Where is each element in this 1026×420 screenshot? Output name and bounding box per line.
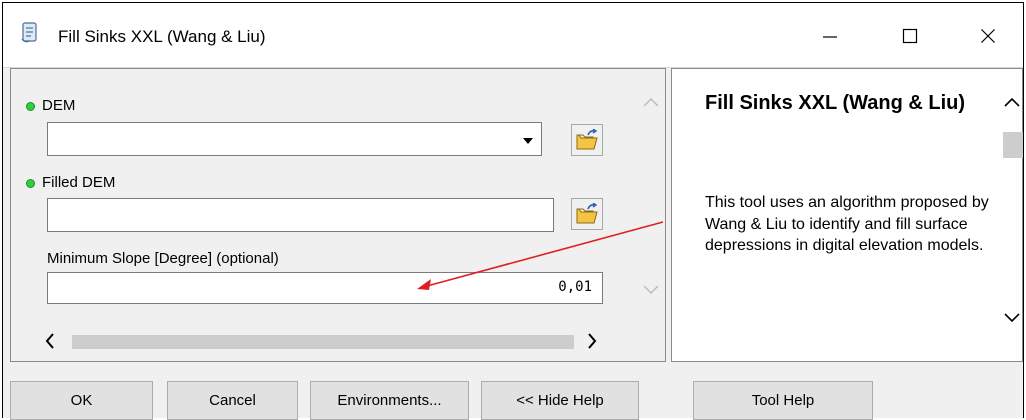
close-button[interactable] <box>958 14 1018 58</box>
minimize-icon <box>823 36 837 38</box>
open-folder-icon <box>576 129 598 150</box>
environments-button[interactable]: Environments... <box>310 381 469 420</box>
help-scroll-thumb[interactable] <box>1003 132 1023 158</box>
help-description: This tool uses an algorithm proposed by … <box>705 194 989 254</box>
horizontal-scroll-thumb[interactable] <box>72 335 574 349</box>
help-scroll-up-button[interactable] <box>1002 92 1022 112</box>
required-bullet-icon <box>26 179 35 188</box>
dem-dropdown-button[interactable] <box>518 131 538 151</box>
scroll-right-button[interactable] <box>582 331 602 351</box>
hide-help-button[interactable]: << Hide Help <box>481 381 639 420</box>
filled-dem-label: Filled DEM <box>42 174 116 191</box>
maximize-icon <box>902 28 918 44</box>
close-icon <box>981 29 995 43</box>
script-tool-icon <box>20 22 40 44</box>
scroll-up-button[interactable] <box>641 92 661 112</box>
dem-browse-button[interactable] <box>571 124 603 156</box>
dem-label: DEM <box>42 97 76 114</box>
dropdown-arrow-icon <box>523 138 533 144</box>
dem-combobox[interactable] <box>47 122 542 156</box>
min-slope-label: Minimum Slope [Degree] (optional) <box>47 250 279 267</box>
required-bullet-icon <box>26 102 35 111</box>
annotation-arrow <box>417 221 664 290</box>
help-scroll-down-button[interactable] <box>1002 308 1022 328</box>
chevron-up-icon <box>1004 97 1020 107</box>
help-title: Fill Sinks XXL (Wang & Liu) <box>705 92 966 114</box>
chevron-right-icon <box>588 333 597 349</box>
window-title: Fill Sinks XXL (Wang & Liu) <box>58 27 266 46</box>
chevron-up-icon <box>643 97 659 107</box>
chevron-down-icon <box>1004 313 1020 323</box>
tool-help-button[interactable]: Tool Help <box>693 381 873 420</box>
cancel-button[interactable]: Cancel <box>167 381 298 420</box>
scroll-left-button[interactable] <box>40 331 60 351</box>
chevron-left-icon <box>45 333 54 349</box>
maximize-button[interactable] <box>880 14 940 58</box>
ok-button[interactable]: OK <box>10 381 153 420</box>
minimize-button[interactable] <box>800 14 860 58</box>
